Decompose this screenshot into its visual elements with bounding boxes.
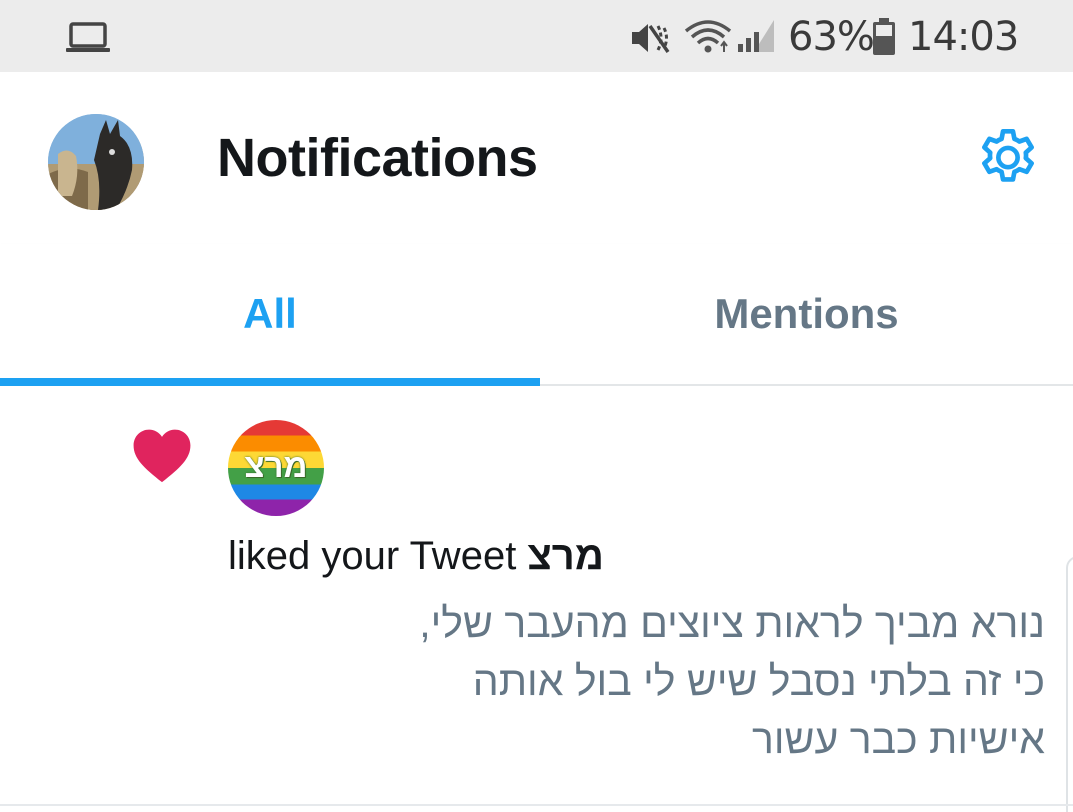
tweet-line: נורא מביך לראות ציוצים מהעבר שלי, — [419, 600, 1045, 646]
signal-icon — [738, 20, 774, 52]
notification-text: liked your Tweet מרצ — [228, 534, 604, 579]
divider — [0, 804, 1073, 806]
llama-photo — [48, 114, 144, 210]
tab-all[interactable]: All — [0, 244, 540, 384]
tweet-line: אישיות כבר עשור — [751, 716, 1045, 762]
action-text: liked your Tweet — [228, 534, 517, 578]
status-bar: 63% 14:03 — [0, 0, 1073, 72]
heart-icon — [133, 429, 191, 483]
tab-mentions[interactable]: Mentions — [540, 244, 1073, 384]
gear-icon[interactable] — [973, 124, 1043, 194]
quoted-card-edge — [1066, 556, 1073, 812]
battery-percent: 63% — [788, 14, 875, 60]
tweet-preview[interactable]: נורא מביך לראות ציוצים מהעבר שלי, כי זה … — [285, 594, 1045, 768]
active-tab-indicator — [0, 378, 540, 386]
actor-name[interactable]: מרצ — [527, 534, 603, 578]
mute-vibrate-icon — [632, 24, 670, 53]
tweet-line: כי זה בלתי נסבל שיש לי בול אותה — [472, 658, 1045, 704]
laptop-icon — [66, 22, 110, 52]
battery-icon — [873, 18, 895, 55]
actor-avatar[interactable]: מרצ — [228, 420, 324, 516]
notification-tabs: All Mentions — [0, 244, 1073, 386]
notification-item[interactable]: מרצ liked your Tweet מרצ נורא מביך לראות… — [0, 386, 1073, 810]
wifi-icon — [684, 20, 732, 53]
profile-avatar[interactable] — [48, 114, 144, 210]
party-logo-text: מרצ — [244, 447, 308, 484]
page-title: Notifications — [217, 128, 538, 188]
clock: 14:03 — [908, 14, 1019, 60]
header: Notifications — [0, 72, 1073, 244]
